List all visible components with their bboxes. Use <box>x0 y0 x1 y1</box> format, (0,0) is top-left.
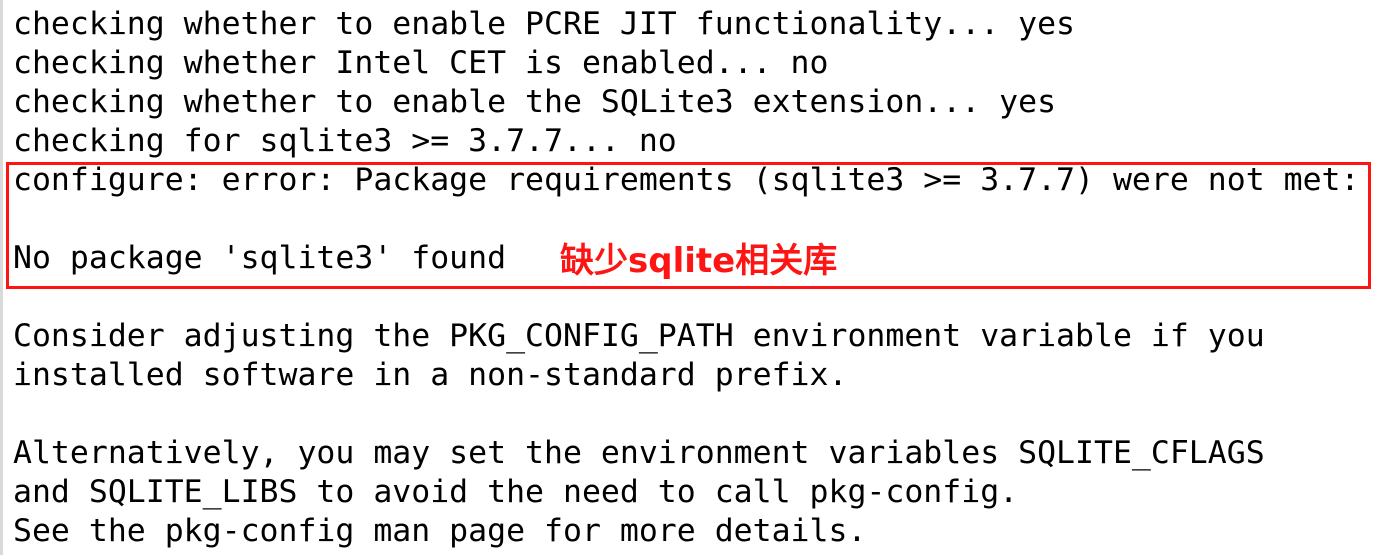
terminal-line: checking whether to enable PCRE JIT func… <box>13 6 1076 42</box>
terminal-output: checking whether to enable PCRE JIT func… <box>0 0 1389 555</box>
error-annotation: 缺少sqlite相关库 <box>560 241 838 281</box>
terminal-line: checking whether to enable the SQLite3 e… <box>13 84 1057 120</box>
terminal-line: installed software in a non-standard pre… <box>13 357 848 393</box>
terminal-line: and SQLITE_LIBS to avoid the need to cal… <box>13 474 1019 510</box>
terminal-line: Consider adjusting the PKG_CONFIG_PATH e… <box>13 318 1265 354</box>
terminal-line: Alternatively, you may set the environme… <box>13 435 1265 471</box>
terminal-line: See the pkg-config man page for more det… <box>13 513 867 549</box>
terminal-line: checking whether Intel CET is enabled...… <box>13 45 829 81</box>
terminal-line: checking for sqlite3 >= 3.7.7... no <box>13 123 677 159</box>
error-detail-line: No package 'sqlite3' found <box>13 240 507 276</box>
error-line: configure: error: Package requirements (… <box>13 162 1360 198</box>
